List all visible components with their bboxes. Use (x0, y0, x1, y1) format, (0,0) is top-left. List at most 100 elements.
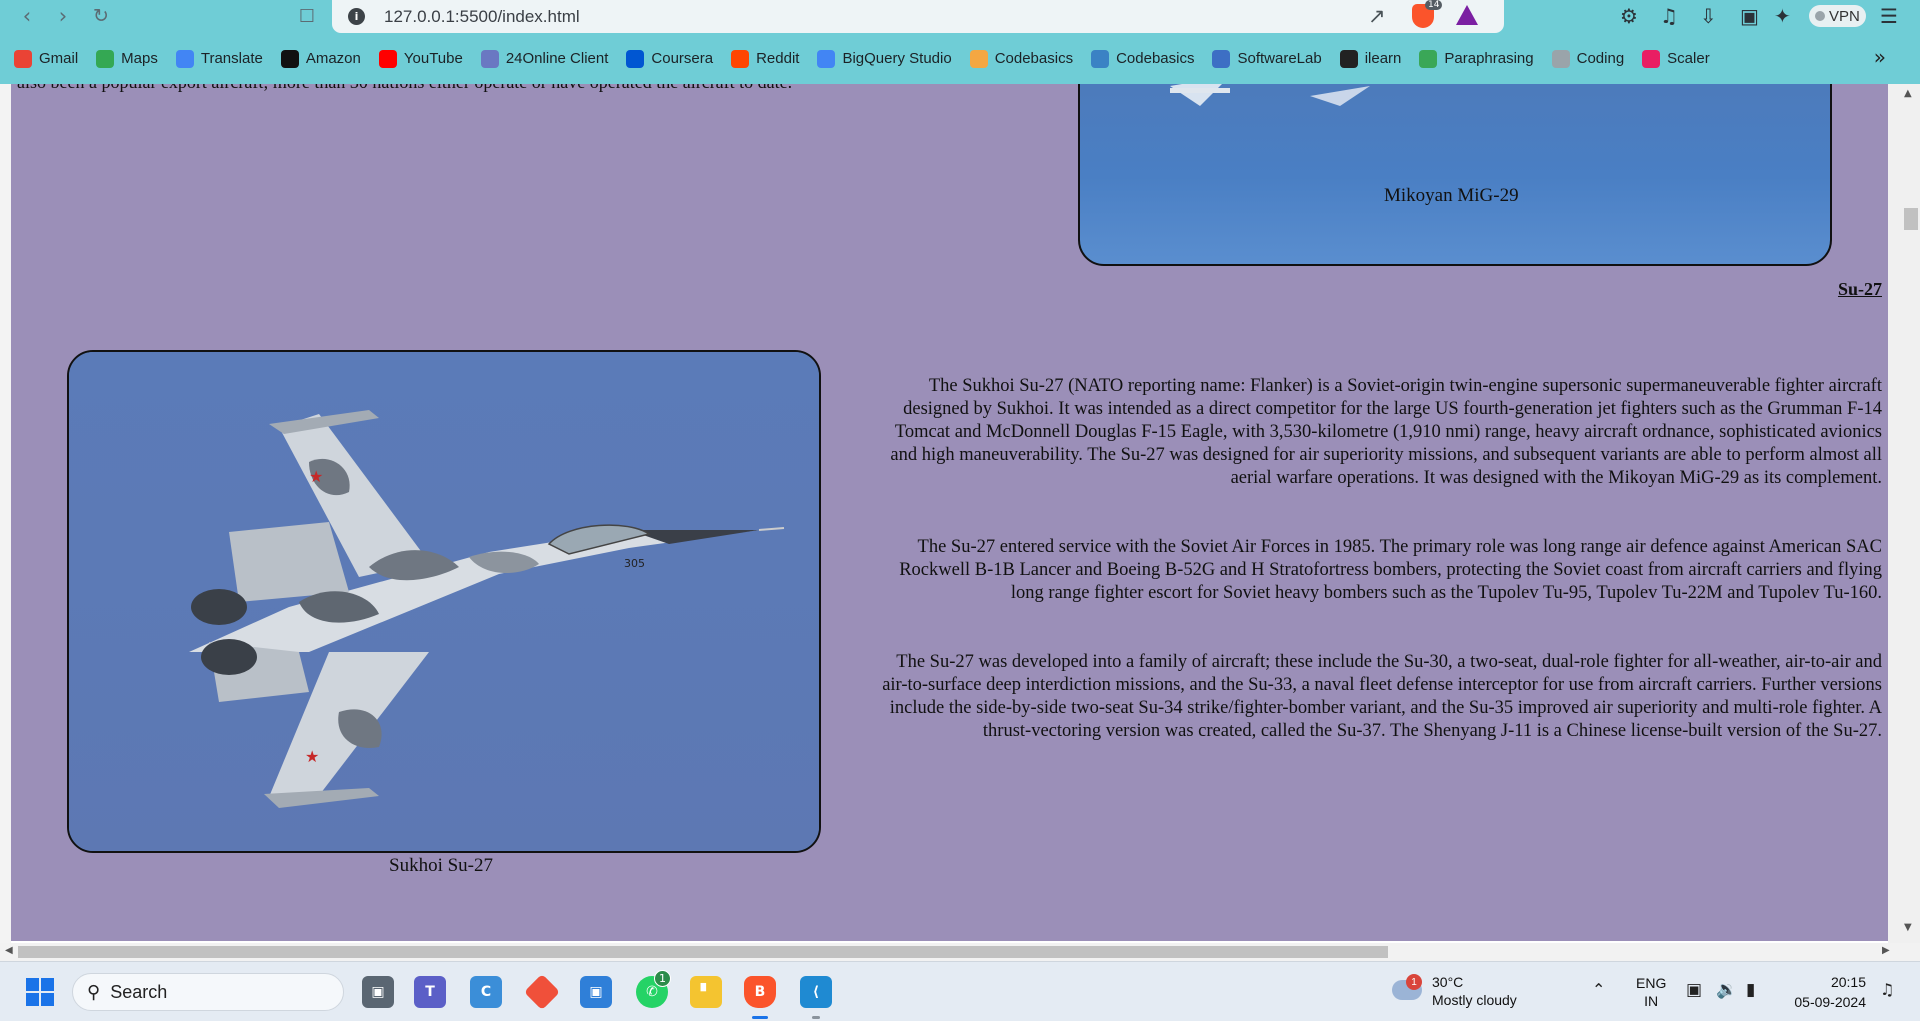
aircraft-number: 305 (624, 557, 645, 570)
bookmark-label: Codebasics (1116, 50, 1195, 67)
bigquery-icon (817, 49, 836, 68)
bookmark-item[interactable]: Gmail (14, 49, 79, 68)
svg-text:★: ★ (309, 467, 323, 486)
bookmark-label: Coursera (651, 50, 714, 67)
bookmark-item[interactable]: Codebasics (1091, 49, 1195, 68)
reddit-icon (731, 49, 750, 68)
paraphrasing-icon (1419, 49, 1438, 68)
codebasics-icon (1091, 49, 1110, 68)
scroll-up-arrow[interactable]: ▲ (1904, 88, 1912, 99)
bookmark-label: 24Online Client (505, 50, 609, 67)
vscode-icon[interactable]: ⟨ (800, 976, 832, 1008)
bookmark-item[interactable]: YouTube (378, 49, 463, 68)
bookmark-item[interactable]: Amazon (280, 49, 361, 68)
file-explorer-icon[interactable]: ▘ (690, 976, 722, 1008)
brave-active-indicator (752, 1016, 768, 1019)
su-27-paragraph-3: The Su-27 was developed into a family of… (882, 652, 1882, 741)
scaler-icon (1642, 49, 1661, 68)
su-27-heading: Su-27 (1837, 279, 1882, 299)
back-button[interactable]: ‹ (12, 2, 42, 30)
share-icon[interactable]: ↗ (1368, 4, 1386, 28)
scroll-left-arrow[interactable]: ◀ (5, 945, 13, 956)
su-27-paragraph-1: The Sukhoi Su-27 (NATO reporting name: F… (890, 376, 1882, 488)
music-icon[interactable]: ♫ (1660, 4, 1678, 28)
bookmark-label: Paraphrasing (1444, 50, 1534, 67)
whatsapp-badge: 1 (654, 970, 671, 987)
vertical-scroll-thumb[interactable] (1904, 208, 1918, 230)
bookmark-page-icon[interactable]: ☐ (292, 2, 322, 30)
maps-icon (96, 49, 115, 68)
task-view-icon[interactable]: ▣ (362, 976, 394, 1008)
language-indicator[interactable]: ENG IN (1636, 974, 1666, 1010)
search-icon: ⚲ (87, 981, 101, 1002)
download-icon[interactable]: ⇩ (1700, 4, 1717, 28)
extensions-icon[interactable]: ⚙ (1620, 4, 1638, 28)
brave-rewards-icon[interactable] (1456, 5, 1478, 25)
clock-time: 20:15 (1830, 974, 1866, 990)
mig-29-image (1078, 84, 1832, 266)
leo-ai-icon[interactable]: ✦ (1774, 4, 1791, 28)
bookmark-label: SoftwareLab (1237, 50, 1322, 67)
bookmark-item[interactable]: ilearn (1339, 49, 1401, 68)
vpn-label: VPN (1829, 7, 1860, 25)
bookmark-label: Reddit (756, 50, 800, 67)
bookmark-label: Gmail (39, 50, 79, 67)
bookmark-label: Amazon (305, 50, 361, 67)
coding-icon (1551, 49, 1570, 68)
su-27-paragraph-2: The Su-27 entered service with the Sovie… (899, 537, 1882, 603)
mig-29-caption: Mikoyan MiG-29 (1384, 185, 1519, 206)
volume-icon[interactable]: 🔉 (1716, 980, 1737, 1000)
forward-button[interactable]: › (48, 2, 78, 30)
copilot-icon[interactable]: C (470, 976, 502, 1008)
reload-button[interactable]: ↻ (86, 2, 116, 30)
rocket-icon (969, 49, 988, 68)
scroll-down-arrow[interactable]: ▼ (1904, 922, 1912, 933)
brave-taskbar-icon[interactable]: B (744, 976, 776, 1008)
vpn-button[interactable]: VPN (1809, 5, 1866, 27)
globe-icon (1339, 49, 1358, 68)
bookmark-item[interactable]: Paraphrasing (1419, 49, 1534, 68)
bookmark-item[interactable]: Coursera (626, 49, 714, 68)
amazon-icon (280, 49, 299, 68)
notification-bell-icon[interactable]: ♫ (1880, 980, 1894, 999)
menu-icon[interactable]: ☰ (1880, 4, 1898, 28)
battery-icon[interactable]: ▮ (1746, 980, 1755, 1000)
svg-text:★: ★ (305, 747, 319, 766)
language-code: ENG (1636, 975, 1667, 991)
bookmark-item[interactable]: 24Online Client (480, 49, 609, 68)
teams-icon[interactable]: T (414, 976, 446, 1008)
bookmark-item[interactable]: Scaler (1642, 49, 1710, 68)
horizontal-scrollbar[interactable]: ◀ ▶ (0, 943, 1920, 961)
bookmark-item[interactable]: Maps (96, 49, 158, 68)
bookmark-label: Codebasics (994, 50, 1074, 67)
youtube-icon (378, 49, 397, 68)
mig-29-photo (1170, 84, 1370, 106)
su-27-caption: Sukhoi Su-27 (389, 855, 493, 876)
page-gutter (0, 84, 11, 943)
clock[interactable]: 20:15 05-09-2024 (1786, 972, 1866, 1012)
bookmark-item[interactable]: Coding (1551, 49, 1625, 68)
taskbar-search[interactable]: ⚲ Search (72, 973, 344, 1011)
address-bar[interactable]: i 127.0.0.1:5500/index.html ↗ 14 (332, 0, 1504, 33)
wallet-icon[interactable]: ▣ (1740, 4, 1759, 28)
bookmark-item[interactable]: BigQuery Studio (817, 49, 952, 68)
bookmark-label: Coding (1576, 50, 1625, 67)
bookmark-label: Scaler (1667, 50, 1710, 67)
network-icon[interactable]: ▣ (1686, 980, 1702, 1000)
more-bookmarks-icon[interactable]: » (1874, 45, 1886, 69)
bookmark-item[interactable]: Reddit (731, 49, 800, 68)
site-info-icon[interactable]: i (348, 8, 365, 25)
bookmark-label: Translate (200, 50, 263, 67)
weather-description: Mostly cloudy (1432, 992, 1517, 1008)
tray-overflow-icon[interactable]: ⌃ (1592, 980, 1605, 999)
app-diamond-icon[interactable] (523, 973, 561, 1011)
store-icon[interactable]: ▣ (580, 976, 612, 1008)
horizontal-scroll-thumb[interactable] (18, 946, 1388, 958)
start-button[interactable] (26, 978, 54, 1006)
url-text[interactable]: 127.0.0.1:5500/index.html (384, 7, 580, 27)
weather-widget[interactable]: 1 30°C Mostly cloudy (1392, 972, 1522, 1012)
scroll-right-arrow[interactable]: ▶ (1882, 945, 1890, 956)
bookmark-item[interactable]: Codebasics (969, 49, 1074, 68)
bookmark-item[interactable]: Translate (175, 49, 263, 68)
bookmark-item[interactable]: SoftwareLab (1212, 49, 1322, 68)
